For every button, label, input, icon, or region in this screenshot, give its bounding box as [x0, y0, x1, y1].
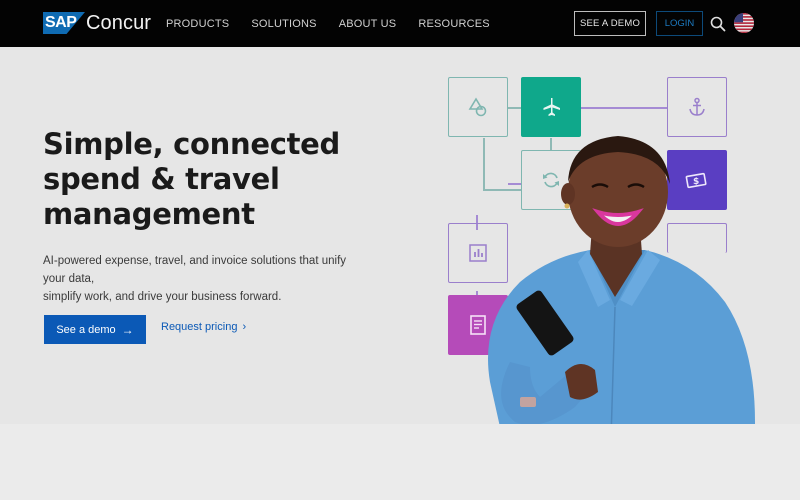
subtext-line-2: simplify work, and drive your business f… [43, 291, 282, 303]
main-nav: PRODUCTS SOLUTIONS ABOUT US RESOURCES [166, 0, 512, 47]
sap-logo-text: SAP [45, 14, 77, 31]
login-button[interactable]: LOGIN [656, 11, 703, 36]
nav-item-about-us[interactable]: ABOUT US [339, 18, 397, 30]
shapes-icon [468, 97, 487, 117]
subtext-line-1: AI-powered expense, travel, and invoice … [43, 255, 347, 285]
hero-subtext: AI-powered expense, travel, and invoice … [43, 252, 363, 306]
woman-with-phone-photo [488, 136, 755, 424]
headline-line-1: Simple, connected [43, 127, 340, 161]
request-pricing-link[interactable]: Request pricing › [161, 321, 246, 333]
arrow-right-icon: → [121, 322, 134, 337]
tile-anchor [667, 77, 727, 137]
hero-headline: Simple, connected spend & travel managem… [43, 127, 373, 232]
nav-item-products[interactable]: PRODUCTS [166, 18, 229, 30]
tile-airplane [521, 77, 581, 137]
headline-line-2: spend & travel [43, 162, 280, 196]
search-icon[interactable] [710, 16, 726, 32]
hero-section: Simple, connected spend & travel managem… [0, 47, 800, 424]
lower-section [0, 424, 800, 500]
connector-line [580, 107, 667, 109]
airplane-icon [543, 98, 560, 116]
anchor-icon [689, 97, 705, 116]
sap-logo-box: SAP [43, 12, 85, 34]
nav-item-resources[interactable]: RESOURCES [418, 18, 489, 30]
request-pricing-label: Request pricing [161, 321, 238, 333]
nav-item-solutions[interactable]: SOLUTIONS [251, 18, 316, 30]
see-a-demo-header-button[interactable]: SEE A DEMO [574, 11, 646, 36]
sap-concur-logo[interactable]: SAP Concur [43, 12, 151, 34]
see-a-demo-button[interactable]: See a demo → [44, 315, 146, 344]
page: SAP Concur PRODUCTS SOLUTIONS ABOUT US R… [0, 0, 800, 500]
headline-line-3: management [43, 197, 255, 231]
connector-line [508, 107, 522, 109]
see-a-demo-label: See a demo [56, 323, 116, 336]
tile-shapes [448, 77, 508, 137]
us-flag-icon[interactable] [734, 13, 754, 33]
chevron-right-icon: › [242, 321, 247, 333]
top-navigation-bar: SAP Concur PRODUCTS SOLUTIONS ABOUT US R… [0, 0, 800, 47]
concur-logo-text: Concur [86, 11, 152, 34]
